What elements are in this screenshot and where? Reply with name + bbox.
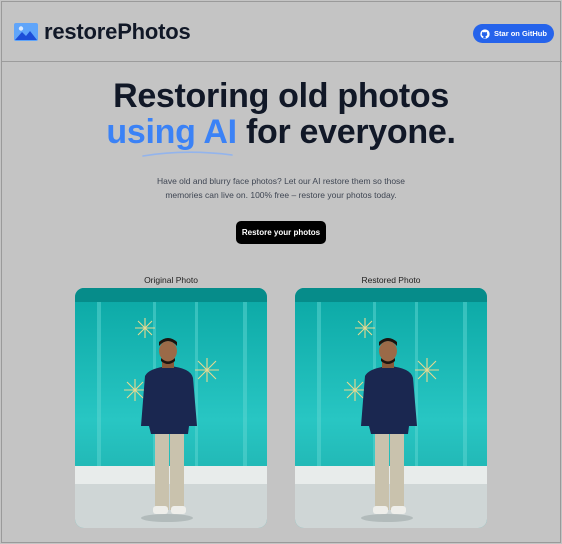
- brand-name[interactable]: restorePhotos: [44, 19, 191, 45]
- header: restorePhotos Star on GitHub: [2, 2, 562, 62]
- github-button-label: Star on GitHub: [494, 29, 547, 38]
- hero-title-rest: for everyone.: [236, 113, 456, 151]
- hero-title-accent: using AI: [106, 113, 237, 151]
- hero-title-line2: using AI for everyone.: [0, 113, 562, 152]
- hero-title-line1: Restoring old photos: [113, 77, 449, 115]
- original-photo: [75, 288, 267, 528]
- photo-icon: [14, 23, 38, 41]
- hero-description: Have old and blurry face photos? Let our…: [156, 176, 406, 200]
- star-on-github-button[interactable]: Star on GitHub: [473, 24, 554, 43]
- accent-underline: [142, 151, 233, 157]
- restored-photo-label: Restored Photo: [361, 275, 421, 285]
- original-photo-label: Original Photo: [144, 275, 198, 285]
- restore-photos-button[interactable]: Restore your photos: [236, 221, 326, 244]
- github-icon: [480, 28, 490, 39]
- restored-photo: [295, 288, 487, 528]
